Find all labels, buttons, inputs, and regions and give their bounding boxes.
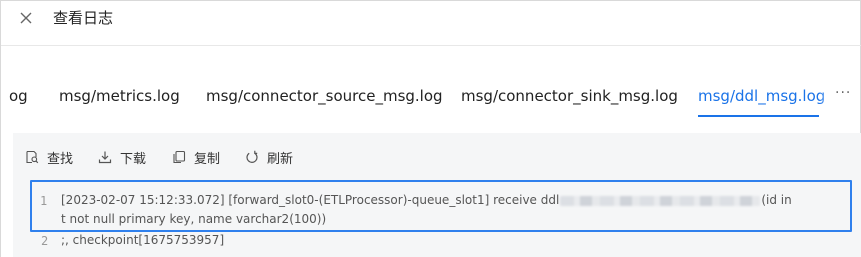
log-dialog: 查看日志 og msg/metrics.log msg/connector_so…	[0, 0, 861, 257]
tab-connector-sink-msg-log[interactable]: msg/connector_sink_msg.log	[461, 86, 678, 106]
copy-label: 复制	[194, 151, 221, 167]
close-icon	[20, 12, 32, 24]
dialog-header: 查看日志	[1, 1, 861, 46]
log-line-text-part1: [2023-02-07 15:12:33.072] [forward_slot0…	[61, 193, 560, 207]
tab-connector-source-msg-log[interactable]: msg/connector_source_msg.log	[206, 86, 443, 106]
copy-button[interactable]: 复制	[172, 148, 221, 167]
find-button[interactable]: 查找	[25, 148, 74, 167]
tab-ddl-msg-log[interactable]: msg/ddl_msg.log	[698, 86, 825, 106]
tab-log-partial[interactable]: og	[9, 86, 28, 106]
more-tabs-button[interactable]: ···	[835, 85, 851, 101]
find-label: 查找	[47, 151, 74, 167]
log-line-wrap: t not null primary key, name varchar2(10…	[61, 212, 327, 226]
log-line-text-part2: (id in	[761, 193, 792, 207]
close-button[interactable]	[17, 9, 35, 27]
refresh-icon	[246, 150, 258, 163]
log-line-text: ;, checkpoint[1675753957]	[61, 233, 225, 247]
line-number: 2	[41, 234, 49, 248]
active-tab-indicator	[698, 115, 819, 117]
log-file-tabs: og msg/metrics.log msg/connector_source_…	[1, 67, 861, 119]
download-icon	[98, 151, 112, 164]
redacted-text	[560, 195, 761, 206]
find-icon	[26, 150, 39, 164]
refresh-label: 刷新	[267, 151, 294, 167]
highlighted-log-line: 1 [2023-02-07 15:12:33.072] [forward_slo…	[30, 180, 852, 232]
download-button[interactable]: 下载	[98, 148, 147, 167]
dialog-title: 查看日志	[53, 9, 114, 27]
tab-metrics-log[interactable]: msg/metrics.log	[59, 86, 180, 106]
copy-icon	[173, 150, 186, 164]
log-line-text: [2023-02-07 15:12:33.072] [forward_slot0…	[61, 193, 792, 207]
line-number: 1	[40, 194, 48, 208]
log-toolbar: 查找 下载 复制 刷新	[13, 133, 861, 177]
refresh-button[interactable]: 刷新	[245, 148, 294, 167]
download-label: 下载	[120, 151, 147, 167]
